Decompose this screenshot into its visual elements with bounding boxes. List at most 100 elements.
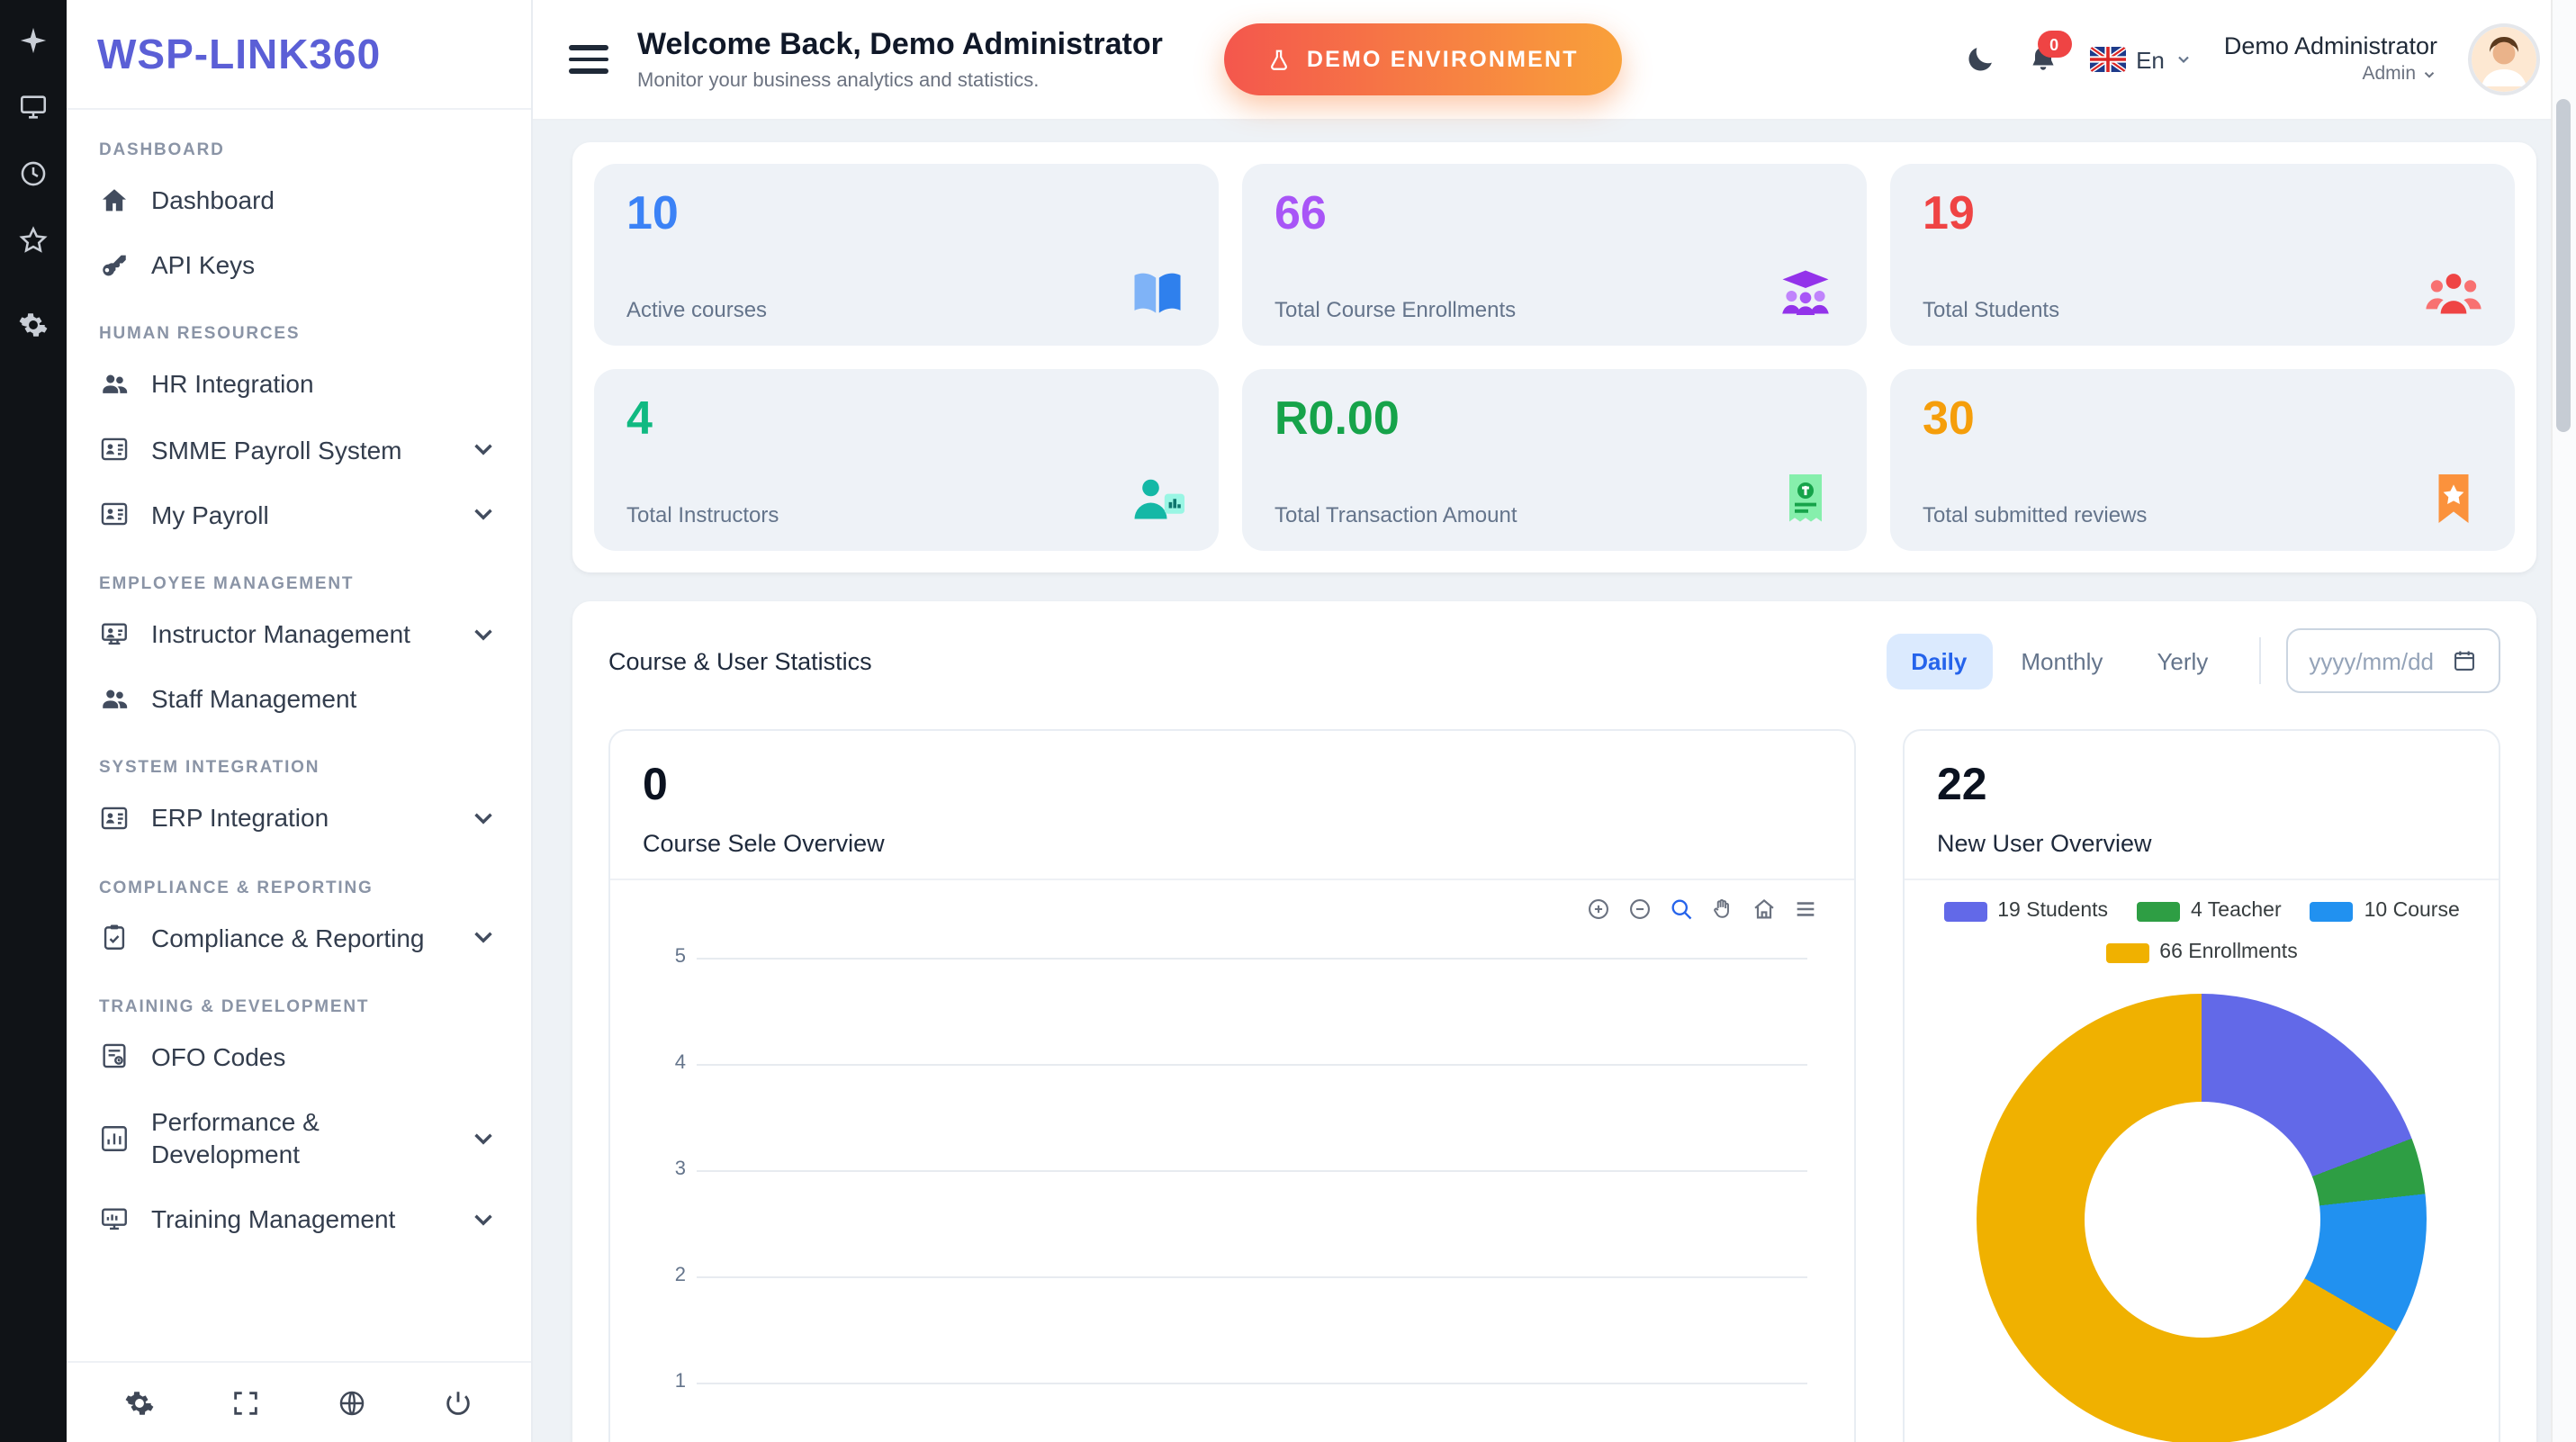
chevron-down-icon [2421,67,2437,83]
legend-teacher[interactable]: 4 Teacher [2137,900,2282,922]
zoom-in-icon[interactable] [1586,897,1611,922]
award-badge-icon [2421,466,2486,531]
chevron-down-icon [468,1122,499,1153]
book-icon [1125,261,1190,326]
section-label-hr: HUMAN RESOURCES [99,325,499,345]
legend-label: 10 Course [2364,900,2460,922]
tab-daily[interactable]: Daily [1886,633,1992,689]
calendar-icon [2452,648,2477,673]
device-icon[interactable] [18,92,49,122]
power-icon[interactable] [443,1387,473,1418]
legend-students[interactable]: 19 Students [1943,900,2108,922]
legend-enrollments[interactable]: 66 Enrollments [2105,942,2297,963]
pan-icon[interactable] [1710,897,1735,922]
users-icon [99,369,130,400]
app-root: WSP-LINK360 DASHBOARD Dashboard API Keys… [0,0,2576,1442]
sidebar-item-label: Instructor Management [151,617,410,650]
top-header: Welcome Back, Demo Administrator Monitor… [533,0,2576,119]
y-tick: 2 [643,1265,686,1286]
brand-logo[interactable]: WSP-LINK360 [97,30,381,78]
sidebar-item-my-payroll[interactable]: My Payroll [90,482,508,547]
sidebar: WSP-LINK360 DASHBOARD Dashboard API Keys… [67,0,533,1442]
stat-value: 66 [1274,187,1834,241]
chevron-down-icon [468,500,499,530]
stat-label: Total submitted reviews [1923,502,2482,527]
scrollbar-thumb[interactable] [2556,99,2571,432]
menu-icon[interactable] [1793,897,1818,922]
sidebar-item-hr-integration[interactable]: HR Integration [90,352,508,417]
y-tick: 3 [643,1158,686,1180]
stat-label: Total Course Enrollments [1274,297,1834,322]
fullscreen-icon[interactable] [230,1387,261,1418]
section-label-dashboard: DASHBOARD [99,140,499,160]
sparkle-icon[interactable] [18,25,49,56]
stat-value: 4 [626,392,1186,446]
dark-mode-toggle[interactable] [1963,43,1995,76]
globe-icon[interactable] [337,1387,367,1418]
chevron-down-icon [2175,50,2193,68]
flask-icon [1267,48,1291,71]
new-user-value: 22 [1937,760,2466,812]
hamburger-menu-icon[interactable] [569,46,608,73]
sidebar-item-smme-payroll[interactable]: SMME Payroll System [90,417,508,482]
stats-panel: 10 Active courses 66 Total Course Enroll… [572,142,2536,572]
gridline [697,1383,1807,1384]
stat-label: Total Transaction Amount [1274,502,1834,527]
y-tick: 5 [643,946,686,968]
sidebar-item-staff-management[interactable]: Staff Management [90,666,508,731]
demo-environment-button[interactable]: DEMO ENVIRONMENT [1224,23,1622,95]
notifications-button[interactable]: 0 [2026,43,2058,76]
logo-wrap: WSP-LINK360 [67,0,531,110]
sidebar-item-instructor-management[interactable]: Instructor Management [90,601,508,666]
sidebar-item-training-management[interactable]: Training Management [90,1187,508,1252]
sidebar-item-label: OFO Codes [151,1040,285,1072]
user-role: Admin [2362,63,2416,86]
sidebar-item-label: My Payroll [151,499,269,531]
sidebar-nav: DASHBOARD Dashboard API Keys HUMAN RESOU… [67,110,531,1361]
clock-icon[interactable] [18,158,49,189]
payroll-card-icon [99,500,130,530]
settings-icon[interactable] [18,310,49,340]
sidebar-item-performance-development[interactable]: Performance & Development [90,1089,508,1187]
donut-chart[interactable] [1977,994,2427,1442]
sidebar-item-dashboard[interactable]: Dashboard [90,167,508,232]
stat-card-transaction-amount: R0.00 Total Transaction Amount [1242,369,1867,551]
chevron-down-icon [468,803,499,834]
sidebar-item-api-keys[interactable]: API Keys [90,232,508,297]
home-reset-icon[interactable] [1752,897,1777,922]
sidebar-item-erp-integration[interactable]: ERP Integration [90,786,508,851]
icon-rail [0,0,67,1442]
sidebar-item-label: Performance & Development [151,1105,446,1171]
payroll-card-icon [99,803,130,834]
course-sale-chart-card: 0 Course Sele Overview [608,729,1856,1442]
clipboard-check-icon [99,922,130,952]
stat-label: Active courses [626,297,1186,322]
stat-card-instructors: 4 Total Instructors [594,369,1219,551]
language-selector[interactable]: En [2089,46,2193,73]
star-icon[interactable] [18,225,49,256]
notification-badge: 0 [2037,31,2071,58]
user-menu[interactable]: Demo Administrator Admin [2224,32,2437,86]
settings-gear-icon[interactable] [124,1387,155,1418]
zoom-out-icon[interactable] [1627,897,1653,922]
sidebar-item-label: Compliance & Reporting [151,921,425,953]
key-icon [99,250,130,281]
tab-yerly[interactable]: Yerly [2131,633,2233,689]
avatar[interactable] [2468,23,2540,95]
donut-legend-row-1: 19 Students 4 Teacher 10 Course [1937,900,2466,922]
stat-card-students: 19 Total Students [1890,164,2515,346]
y-tick: 4 [643,1052,686,1074]
page-title: Welcome Back, Demo Administrator [637,27,1163,63]
legend-swatch [1943,901,1986,921]
tab-monthly[interactable]: Monthly [1995,633,2128,689]
sidebar-item-label: Training Management [151,1203,395,1236]
date-input[interactable]: yyyy/mm/dd [2285,628,2500,693]
sidebar-item-ofo-codes[interactable]: OFO Codes [90,1023,508,1088]
legend-course[interactable]: 10 Course [2310,900,2460,922]
stat-card-enrollments: 66 Total Course Enrollments [1242,164,1867,346]
sidebar-item-label: Dashboard [151,184,275,216]
instructor-board-icon [99,618,130,649]
sidebar-item-compliance-reporting[interactable]: Compliance & Reporting [90,905,508,969]
selection-zoom-icon[interactable] [1669,897,1694,922]
stat-card-active-courses: 10 Active courses [594,164,1219,346]
